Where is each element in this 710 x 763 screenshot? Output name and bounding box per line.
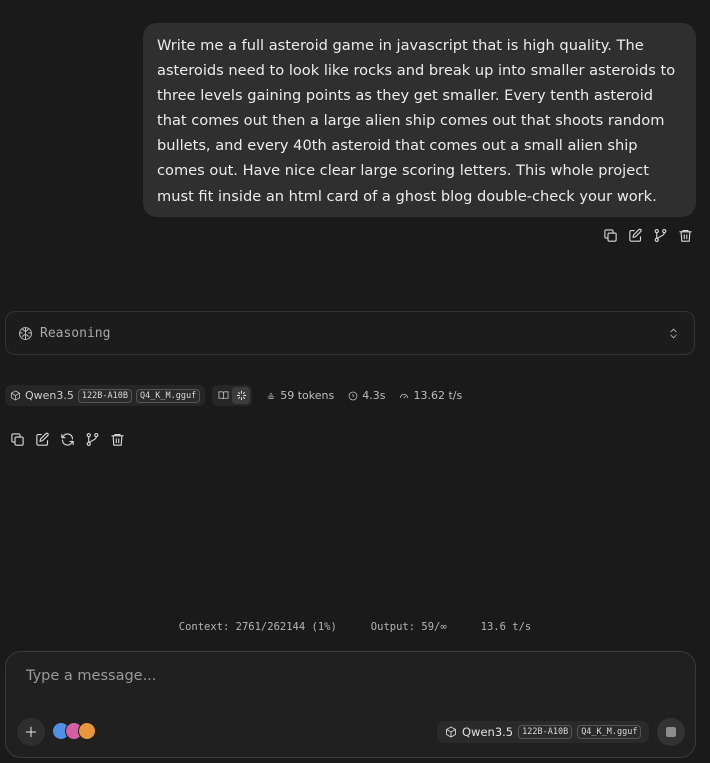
- tool-avatars[interactable]: [52, 722, 96, 740]
- response-actions: [9, 431, 125, 447]
- composer-model-name: Qwen3.5: [462, 725, 514, 739]
- chevron-updown-icon: [670, 328, 677, 338]
- plus-icon: [25, 726, 37, 738]
- output-usage: Output: 59/∞: [370, 621, 447, 633]
- attach-button[interactable]: [17, 718, 45, 746]
- token-rate: 13.6 t/s: [480, 621, 532, 633]
- response-model-badge[interactable]: Qwen3.5 122B-A10B Q4_K_M.gguf: [5, 385, 206, 406]
- stop-icon: [666, 727, 676, 737]
- user-message-actions: [602, 227, 693, 243]
- speed-stat: 13.62 t/s: [399, 389, 462, 402]
- message-input[interactable]: [24, 664, 668, 688]
- tokens-value: 59 tokens: [280, 389, 335, 402]
- copy-icon[interactable]: [9, 431, 25, 447]
- stop-button[interactable]: [657, 718, 685, 746]
- edit-icon[interactable]: [34, 431, 50, 447]
- context-usage: Context: 2761/262144 (1%): [178, 621, 337, 633]
- book-icon[interactable]: [214, 387, 232, 404]
- time-stat: 4.3s: [348, 389, 385, 402]
- sparkle-icon[interactable]: [232, 387, 251, 404]
- cube-icon: [446, 726, 456, 738]
- reasoning-label: Reasoning: [40, 325, 111, 341]
- branch-icon[interactable]: [84, 431, 100, 447]
- tokens-icon: [267, 392, 275, 399]
- response-meta: Qwen3.5 122B-A10B Q4_K_M.gguf 59 tokens …: [5, 385, 462, 406]
- clock-icon: [348, 391, 358, 400]
- reasoning-toggle[interactable]: Reasoning: [5, 311, 695, 355]
- composer-model-size-tag: 122B-A10B: [518, 725, 573, 739]
- delete-icon[interactable]: [109, 431, 125, 447]
- time-value: 4.3s: [362, 389, 386, 402]
- model-selector[interactable]: Qwen3.5 122B-A10B Q4_K_M.gguf: [437, 721, 650, 743]
- gauge-icon: [400, 393, 409, 398]
- model-size-tag: 122B-A10B: [77, 388, 132, 403]
- delete-icon[interactable]: [677, 227, 693, 243]
- message-composer: Qwen3.5 122B-A10B Q4_K_M.gguf: [5, 651, 696, 758]
- brain-icon: [19, 326, 32, 340]
- view-toggle: [212, 385, 253, 406]
- tokens-stat: 59 tokens: [266, 389, 334, 402]
- edit-icon[interactable]: [627, 227, 643, 243]
- composer-model-quant-tag: Q4_K_M.gguf: [577, 725, 642, 739]
- copy-icon[interactable]: [602, 227, 618, 243]
- speed-value: 13.62 t/s: [413, 389, 463, 402]
- regenerate-icon[interactable]: [59, 431, 75, 447]
- user-message-text: Write me a full asteroid game in javascr…: [157, 37, 676, 205]
- tool-avatar-icon: [78, 722, 96, 740]
- model-name: Qwen3.5: [25, 389, 74, 402]
- model-quant-tag: Q4_K_M.gguf: [135, 388, 201, 403]
- user-message-bubble: Write me a full asteroid game in javascr…: [143, 23, 696, 217]
- status-bar: Context: 2761/262144 (1%) Output: 59/∞ 1…: [0, 621, 710, 633]
- branch-icon[interactable]: [652, 227, 668, 243]
- cube-icon: [10, 390, 21, 401]
